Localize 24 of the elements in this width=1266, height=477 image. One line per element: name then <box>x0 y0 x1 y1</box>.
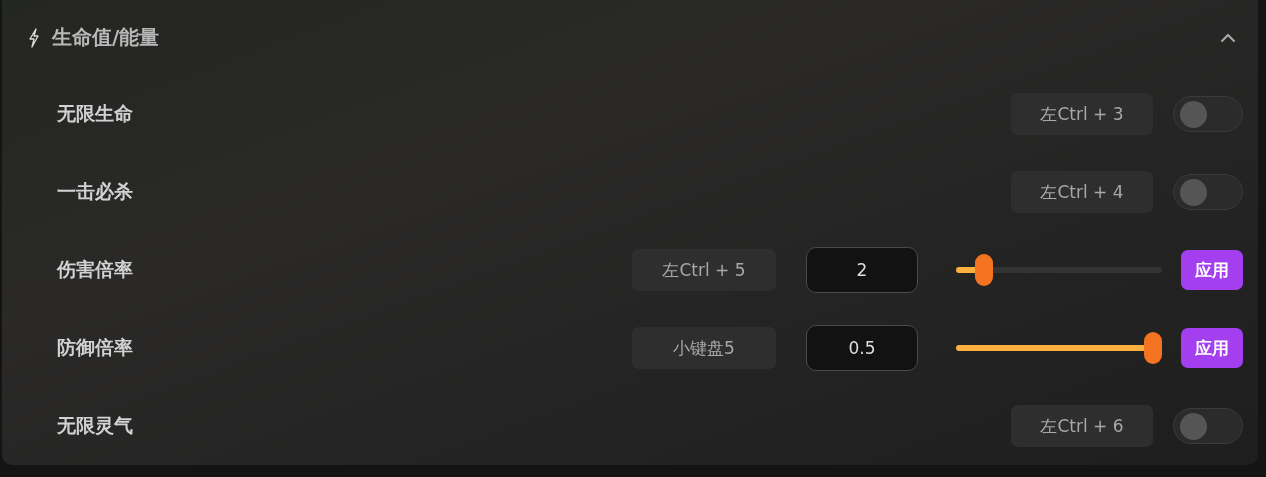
row-label: 防御倍率 <box>57 335 134 360</box>
chevron-icon[interactable] <box>1220 32 1236 43</box>
hotkey-chip[interactable]: 左Ctrl + 6 <box>1011 405 1153 447</box>
row-label: 无限灵气 <box>57 413 134 438</box>
slider-thumb[interactable] <box>1144 332 1162 364</box>
slider[interactable] <box>956 254 1162 286</box>
section-title: 生命值/能量 <box>52 24 161 51</box>
toggle-switch[interactable] <box>1173 96 1243 132</box>
hotkey-chip[interactable]: 左Ctrl + 5 <box>632 249 776 291</box>
row-label: 伤害倍率 <box>57 257 134 282</box>
row-label: 一击必杀 <box>57 179 134 204</box>
hotkey-chip[interactable]: 左Ctrl + 3 <box>1011 93 1153 135</box>
lightning-icon <box>28 27 40 48</box>
toggle-switch[interactable] <box>1173 174 1243 210</box>
row-label: 无限生命 <box>57 101 134 126</box>
apply-button[interactable]: 应用 <box>1181 328 1243 368</box>
value-field[interactable]: 0.5 <box>806 325 918 371</box>
slider-thumb[interactable] <box>974 254 993 286</box>
apply-button[interactable]: 应用 <box>1181 250 1243 290</box>
toggle-switch[interactable] <box>1173 408 1243 444</box>
slider[interactable] <box>956 332 1162 364</box>
hotkey-chip[interactable]: 左Ctrl + 4 <box>1011 171 1153 213</box>
hotkey-chip[interactable]: 小键盘5 <box>632 327 776 369</box>
value-field[interactable]: 2 <box>806 247 918 293</box>
